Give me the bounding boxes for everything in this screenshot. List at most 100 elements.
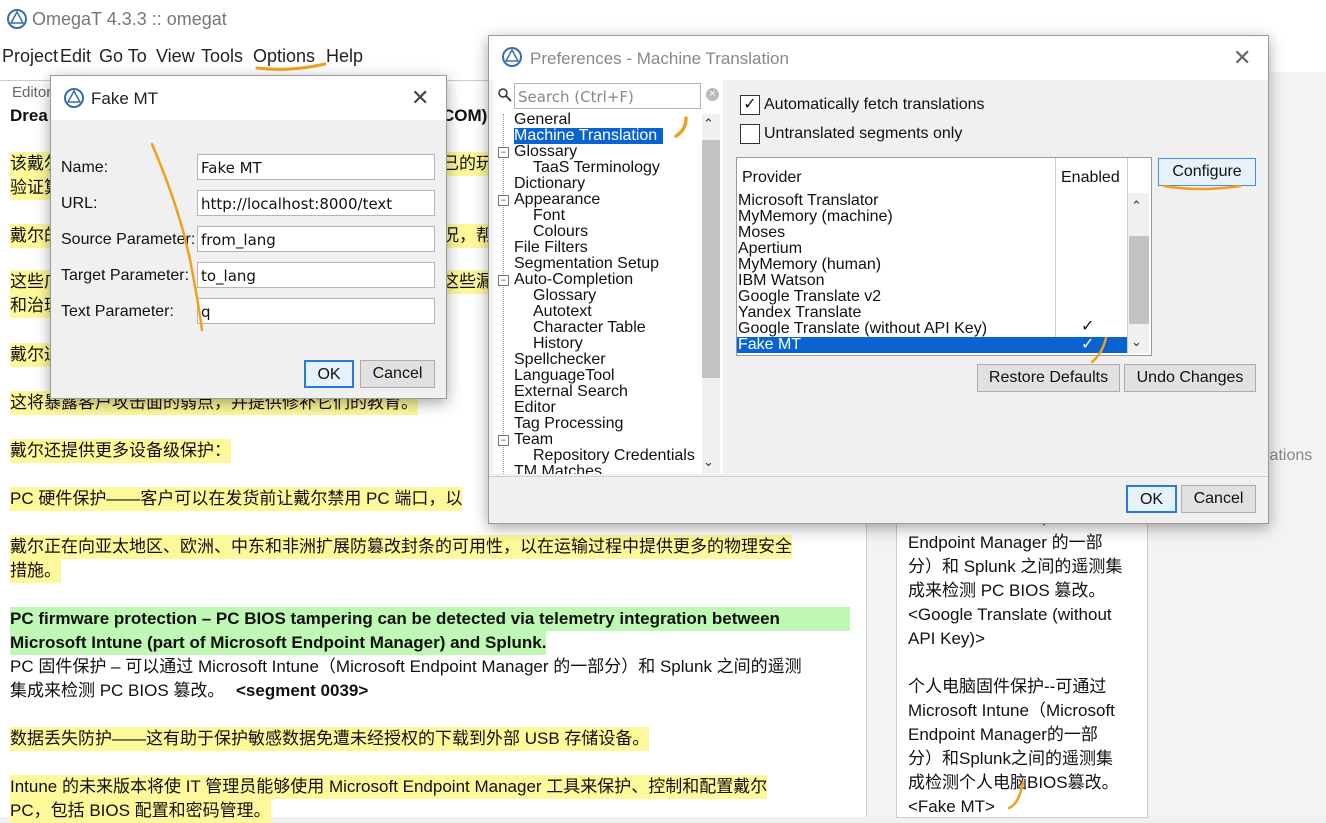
provider-row[interactable]: IBM Watson <box>738 273 825 289</box>
tree-item-taas-terminology[interactable]: TaaS Terminology <box>533 160 660 176</box>
segment-text[interactable]: PC，包括 BIOS 配置和密码管理。 <box>10 799 271 823</box>
tree-item-spellchecker[interactable]: Spellchecker <box>514 352 606 368</box>
mt-line: API Key)> <box>908 629 986 648</box>
preferences-dialog: Preferences - Machine Translation ✕ Sear… <box>488 35 1269 524</box>
tree-item-glossary[interactable]: Glossary <box>514 144 577 160</box>
menu-view[interactable]: View <box>156 46 195 67</box>
menu-edit[interactable]: Edit <box>60 46 91 67</box>
scroll-down-icon[interactable]: ⌄ <box>1131 334 1142 350</box>
collapse-toggle[interactable]: − <box>498 435 509 446</box>
search-input[interactable]: Search (Ctrl+F) <box>514 83 701 109</box>
menu-goto[interactable]: Go To <box>99 46 147 67</box>
tree-item-history[interactable]: History <box>533 336 583 352</box>
provider-scroll-thumb[interactable] <box>1129 236 1149 324</box>
tree-item-segmentation-setup[interactable]: Segmentation Setup <box>514 256 659 272</box>
tree-item-editor[interactable]: Editor <box>514 400 556 416</box>
tree-scroll-thumb[interactable] <box>702 140 720 378</box>
ok-button[interactable]: OK <box>304 360 354 388</box>
name-field[interactable]: Fake MT <box>197 154 435 180</box>
tree-item-colours[interactable]: Colours <box>533 224 588 240</box>
close-icon[interactable]: ✕ <box>1233 47 1251 69</box>
tree-item-character-table[interactable]: Character Table <box>533 320 646 336</box>
enabled-checkmark-icon[interactable]: ✓ <box>1081 316 1094 336</box>
menu-project[interactable]: Project <box>2 46 58 67</box>
tree-item-general[interactable]: General <box>514 112 571 128</box>
tree-item-dictionary[interactable]: Dictionary <box>514 176 585 192</box>
target-parameter-field[interactable]: to_lang <box>197 262 435 288</box>
segment-text[interactable]: 戴尔还提供更多设备级保护： <box>10 439 231 463</box>
provider-row-selected[interactable]: Fake MT <box>738 337 801 353</box>
segment-text[interactable]: 措施。 <box>10 559 61 583</box>
segment-text[interactable]: 这些漏 <box>442 270 493 294</box>
provider-row[interactable]: Microsoft Translator <box>738 193 878 209</box>
source-parameter-label: Source Parameter: <box>61 231 196 248</box>
panel-title-translations[interactable]: lations <box>1266 447 1312 465</box>
segment-text[interactable]: 数据丢失防护——这有助于保护敏感数据免遭未经授权的下载到外部 USB 存储设备。 <box>10 727 650 751</box>
provider-row[interactable]: MyMemory (machine) <box>738 209 893 225</box>
collapse-toggle[interactable]: − <box>498 275 509 286</box>
segment-text[interactable]: 已的玩 <box>442 152 493 176</box>
tree-item-tm-matches[interactable]: TM Matches <box>514 464 602 474</box>
menu-help[interactable]: Help <box>326 46 363 67</box>
dialog-title: Preferences - Machine Translation <box>530 49 789 68</box>
url-field[interactable]: http://localhost:8000/text <box>197 190 435 216</box>
active-segment-source[interactable]: PC firmware protection – PC BIOS tamperi… <box>10 607 850 631</box>
auto-fetch-checkbox[interactable]: ✓ <box>740 95 760 115</box>
tree-item-repository-credentials[interactable]: Repository Credentials <box>533 448 695 464</box>
active-segment-target[interactable]: 集成来检测 PC BIOS 篡改。 <box>10 679 224 703</box>
tree-item-appearance[interactable]: Appearance <box>514 192 600 208</box>
provider-row[interactable]: Yandex Translate <box>738 305 861 321</box>
collapse-toggle[interactable]: − <box>498 147 509 158</box>
configure-button[interactable]: Configure <box>1158 158 1256 186</box>
tree-item-external-search[interactable]: External Search <box>514 384 628 400</box>
column-header-provider[interactable]: Provider <box>742 169 802 187</box>
text-parameter-field[interactable]: q <box>197 298 435 324</box>
tree-item-glossary-sub[interactable]: Glossary <box>533 288 596 304</box>
provider-row[interactable]: Moses <box>738 225 785 241</box>
scroll-up-icon[interactable]: ⌃ <box>1131 198 1142 214</box>
cancel-button[interactable]: Cancel <box>1181 485 1256 513</box>
active-segment-source[interactable]: Microsoft Intune (part of Microsoft Endp… <box>10 631 547 655</box>
mt-line: 分）和Splunk之间的遥测集 <box>908 749 1113 768</box>
provider-row[interactable]: Apertium <box>738 241 802 257</box>
tree-item-font[interactable]: Font <box>533 208 565 224</box>
cancel-button[interactable]: Cancel <box>360 360 435 388</box>
column-header-enabled[interactable]: Enabled <box>1061 169 1120 187</box>
provider-row[interactable]: MyMemory (human) <box>738 257 881 273</box>
scroll-down-icon[interactable]: ⌄ <box>703 454 714 470</box>
mt-line: 成来检测 PC BIOS 篡改。 <box>908 581 1106 600</box>
scroll-up-icon[interactable]: ⌃ <box>703 116 714 132</box>
tree-item-machine-translation[interactable]: Machine Translation <box>514 128 664 144</box>
tree-item-team[interactable]: Team <box>514 432 553 448</box>
collapse-toggle[interactable]: − <box>498 195 509 206</box>
segment-text[interactable]: 戴尔正在向亚太地区、欧洲、中东和非洲扩展防篡改封条的可用性，以在运输过程中提供更… <box>10 535 792 559</box>
untranslated-only-label: Untranslated segments only <box>764 125 963 142</box>
clear-search-icon[interactable]: × <box>706 88 719 101</box>
ok-button[interactable]: OK <box>1126 485 1177 513</box>
undo-changes-button[interactable]: Undo Changes <box>1124 364 1256 392</box>
segment-text[interactable]: COM) <box>442 104 487 128</box>
mt-line: 分）和 Splunk 之间的遥测集 <box>908 557 1123 576</box>
source-parameter-field[interactable]: from_lang <box>197 226 435 252</box>
tree-item-tag-processing[interactable]: Tag Processing <box>514 416 623 432</box>
enabled-checkmark-icon[interactable]: ✓ <box>1081 334 1094 354</box>
provider-row[interactable]: Google Translate v2 <box>738 289 881 305</box>
tree-item-autotext[interactable]: Autotext <box>533 304 592 320</box>
tree-item-languagetool[interactable]: LanguageTool <box>514 368 615 384</box>
segment-text[interactable]: Intune 的未来版本将使 IT 管理员能够使用 Microsoft Endp… <box>10 775 768 799</box>
menu-options[interactable]: Options <box>253 46 315 67</box>
segment-text[interactable]: PC 硬件保护——客户可以在发货前让戴尔禁用 PC 端口，以 <box>10 487 463 511</box>
untranslated-only-checkbox[interactable] <box>740 124 760 144</box>
close-icon[interactable]: ✕ <box>411 87 429 109</box>
editor-tab[interactable]: Editor <box>12 84 51 101</box>
tree-item-auto-completion[interactable]: Auto-Completion <box>514 272 633 288</box>
active-segment-target[interactable]: PC 固件保护 – 可以通过 Microsoft Intune（Microsof… <box>10 655 802 679</box>
segment-text[interactable]: 况，帮 <box>442 224 493 248</box>
restore-defaults-button[interactable]: Restore Defaults <box>977 364 1120 392</box>
provider-row[interactable]: Google Translate (without API Key) <box>738 321 987 337</box>
omegat-logo-icon <box>7 9 27 29</box>
tree-item-file-filters[interactable]: File Filters <box>514 240 588 256</box>
text-parameter-label: Text Parameter: <box>61 303 174 320</box>
menu-tools[interactable]: Tools <box>201 46 243 67</box>
segment-text[interactable]: Drea <box>10 104 48 128</box>
